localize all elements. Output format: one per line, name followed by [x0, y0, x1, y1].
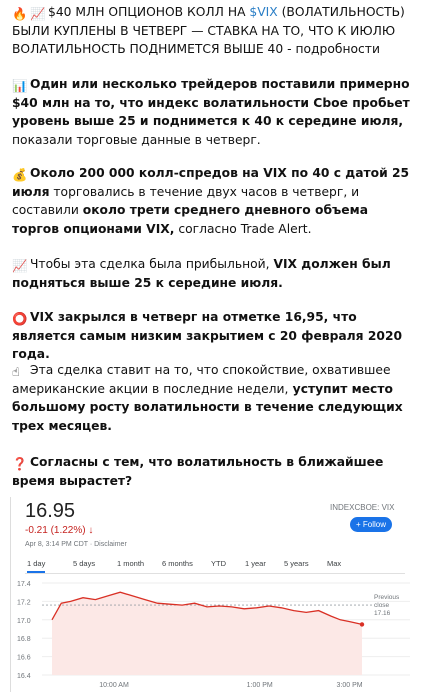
point-up-icon: ☝ [12, 365, 20, 379]
paragraph-6: ☝ Эта сделка ставит на то, что спокойстви… [12, 361, 416, 435]
vix-intraday-chart: 17.4 17.2 17.0 16.8 16.6 16.4 10:00 AM 1:00 PM 3… [17, 581, 410, 689]
chart-up-icon: 📈 [12, 259, 28, 273]
series-area [52, 592, 362, 675]
quote-timestamp: Apr 8, 3:14 PM CDT · Disclaimer [25, 541, 127, 548]
paragraph-7: ❓ Согласны с тем, что волатильность в бли… [12, 453, 416, 490]
x-tick-label-2: 3:00 PM [337, 682, 363, 689]
telegram-post: 🔥 📈 $40 МЛН ОПЦИОНОВ КОЛЛ НА $VIX (ВОЛАТИЛ… [0, 0, 429, 692]
x-tick-label-0: 10:00 AM [99, 682, 129, 689]
p7-bold: Согласны с тем, что волатильность в ближ… [12, 455, 384, 488]
range-tabs: 1 day 5 days 1 month 6 months YTD 1 year… [25, 557, 405, 574]
money-bag-icon: 💰 [12, 168, 28, 182]
p3-text-2: согласно Trade Alert. [174, 221, 312, 236]
previous-close-label-2: close [374, 602, 390, 609]
headline-details: - подробности [283, 42, 380, 56]
bar-chart-icon: 📊 [12, 79, 28, 93]
tab-1-month[interactable]: 1 month [117, 559, 144, 568]
y-tick-label-1: 17.2 [17, 599, 31, 606]
y-tick-label-2: 17.0 [17, 618, 31, 625]
price-change: -0.21 (1.22%) ↓ [25, 525, 94, 536]
p5-bold: VIX закрылся в четверг на отметке 16,95,… [12, 310, 403, 361]
previous-close-label: Previous [374, 594, 400, 601]
p2-bold: Один или несколько трейдеров поставили п… [12, 77, 410, 128]
x-tick-label-1: 1:00 PM [247, 682, 273, 689]
headline-text: $40 МЛН ОПЦИОНОВ КОЛЛ НА [48, 5, 250, 19]
vix-link[interactable]: $VIX [249, 5, 277, 19]
paragraph-2: 📊 Один или несколько трейдеров поставили … [12, 75, 416, 149]
paragraph-5: ⭕ VIX закрылся в четверг на отметке 16,95… [12, 308, 416, 364]
tab-5-days[interactable]: 5 days [73, 559, 95, 568]
paragraph-4: 📈 Чтобы эта сделка была прибыльной, VIX д… [12, 255, 416, 292]
last-point-marker [359, 622, 365, 627]
fire-icon: 🔥 [12, 7, 28, 21]
follow-button[interactable]: + Follow [350, 517, 392, 532]
p4-text: Чтобы эта сделка была прибыльной, [30, 257, 274, 271]
p2-text: показали торговые данные в четверг. [12, 132, 261, 147]
tab-1-year[interactable]: 1 year [245, 559, 266, 568]
chart-up-icon: 📈 [30, 7, 46, 21]
question-icon: ❓ [12, 457, 28, 471]
tab-1-day[interactable]: 1 day [27, 559, 46, 573]
paragraph-headline: 🔥 📈 $40 МЛН ОПЦИОНОВ КОЛЛ НА $VIX (ВОЛАТИЛ… [12, 3, 416, 59]
price-value: 16.95 [25, 500, 76, 522]
tab-5-years[interactable]: 5 years [284, 559, 309, 568]
y-tick-label-4: 16.6 [17, 655, 31, 662]
y-tick-label-5: 16.4 [17, 673, 31, 680]
tab-max[interactable]: Max [327, 559, 341, 568]
tab-ytd[interactable]: YTD [211, 559, 226, 568]
y-tick-label-0: 17.4 [17, 581, 31, 588]
circle-icon: ⭕ [12, 312, 28, 326]
ticker-symbol: INDEXCBOE: VIX [330, 503, 395, 512]
previous-close-value: 17.16 [374, 610, 391, 617]
y-tick-label-3: 16.8 [17, 636, 31, 643]
tab-6-months[interactable]: 6 months [162, 559, 193, 568]
paragraph-3: 💰 Около 200 000 колл-спредов на VIX по 40… [12, 164, 416, 238]
